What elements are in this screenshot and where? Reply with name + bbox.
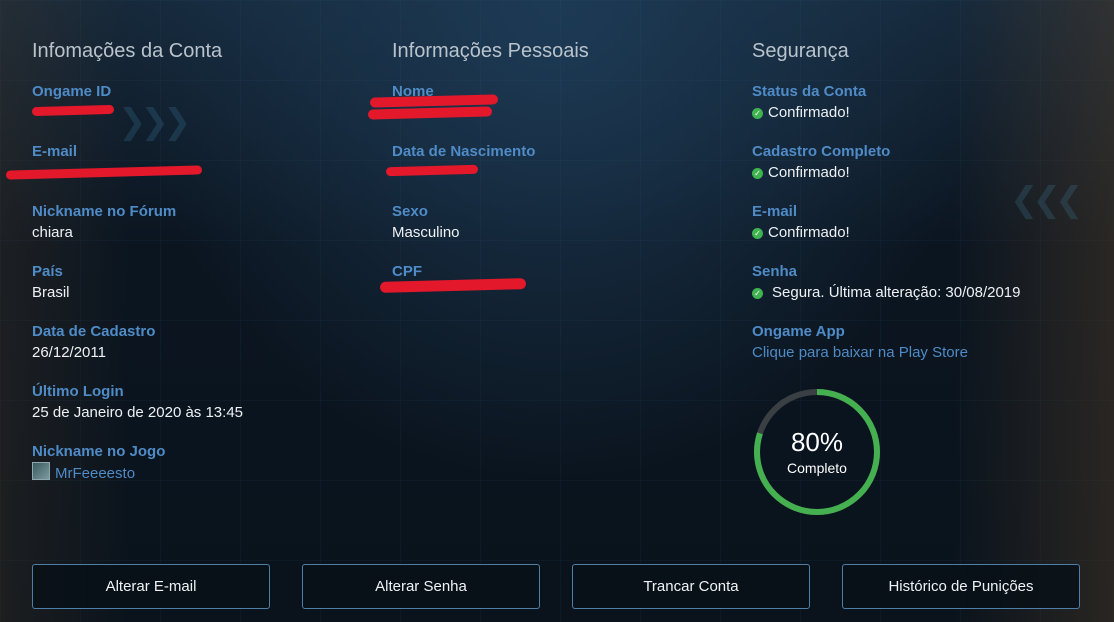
security-section: Segurança Status da Conta ✓ Confirmado! C… bbox=[752, 38, 1021, 382]
account-status-label: Status da Conta bbox=[752, 83, 867, 100]
country-label: País bbox=[32, 263, 63, 280]
game-nickname-text[interactable]: MrFeeeesto bbox=[55, 465, 135, 482]
password-status-text: Segura. Última alteração: 30/08/2019 bbox=[772, 284, 1021, 301]
email-status-text: Confirmado! bbox=[768, 224, 850, 241]
check-circle-icon: ✓ bbox=[752, 108, 763, 119]
check-circle-icon: ✓ bbox=[752, 228, 763, 239]
check-circle-icon: ✓ bbox=[752, 288, 763, 299]
sex-value: Masculino bbox=[392, 224, 460, 241]
sex-field: Sexo Masculino bbox=[392, 202, 589, 262]
forum-nickname-label: Nickname no Fórum bbox=[32, 203, 177, 220]
personal-info-title: Informações Pessoais bbox=[392, 40, 589, 62]
game-nickname-field: Nickname no Jogo MrFeeeesto bbox=[32, 442, 243, 502]
birth-date-field: Data de Nascimento bbox=[385, 142, 589, 202]
rank-icon bbox=[32, 462, 50, 480]
email-field: E-mail bbox=[5, 142, 243, 202]
forum-nickname-value: chiara bbox=[32, 224, 73, 241]
email-status-label: E-mail bbox=[752, 203, 798, 220]
change-email-button[interactable]: Alterar E-mail bbox=[32, 564, 270, 609]
ongame-id-field: Ongame ID bbox=[31, 82, 243, 142]
signup-date-value: 26/12/2011 bbox=[32, 344, 106, 361]
last-login-value: 25 de Janeiro de 2020 às 13:45 bbox=[32, 404, 244, 421]
change-password-button[interactable]: Alterar Senha bbox=[302, 564, 540, 609]
registration-complete-text: Confirmado! bbox=[768, 164, 850, 181]
account-info-title: Infomações da Conta bbox=[32, 40, 223, 62]
name-field: Nome bbox=[367, 82, 589, 142]
completion-percent: 80% bbox=[790, 427, 844, 457]
lock-account-button[interactable]: Trancar Conta bbox=[572, 564, 810, 609]
game-nickname-value[interactable]: MrFeeeesto bbox=[32, 462, 243, 484]
password-status-label: Senha bbox=[752, 263, 798, 280]
game-nickname-label: Nickname no Jogo bbox=[32, 443, 166, 460]
email-status-field: E-mail ✓ Confirmado! bbox=[752, 202, 1021, 262]
email-status-value: ✓ Confirmado! bbox=[752, 222, 1021, 244]
forum-nickname-field: Nickname no Fórum chiara bbox=[32, 202, 243, 262]
signup-date-field: Data de Cadastro 26/12/2011 bbox=[32, 322, 243, 382]
password-status-value: ✓ Segura. Última alteração: 30/08/2019 bbox=[752, 282, 1021, 304]
ongame-app-field: Ongame App Clique para baixar na Play St… bbox=[752, 322, 1021, 382]
play-store-link[interactable]: Clique para baixar na Play Store bbox=[752, 342, 1021, 364]
account-info-section: Infomações da Conta Ongame ID E-mail Nic… bbox=[5, 38, 243, 502]
last-login-field: Último Login 25 de Janeiro de 2020 às 13… bbox=[32, 382, 243, 442]
cpf-field: CPF bbox=[379, 262, 589, 322]
check-circle-icon: ✓ bbox=[752, 168, 763, 179]
account-status-field: Status da Conta ✓ Confirmado! bbox=[752, 82, 1021, 142]
ongame-app-label: Ongame App bbox=[752, 323, 845, 340]
account-status-value: ✓ Confirmado! bbox=[752, 102, 1021, 124]
password-status-field: Senha ✓ Segura. Última alteração: 30/08/2… bbox=[752, 262, 1021, 322]
personal-info-section: Informações Pessoais Nome Data de Nascim… bbox=[367, 38, 589, 322]
registration-complete-field: Cadastro Completo ✓ Confirmado! bbox=[752, 142, 1021, 202]
profile-completion-ring: 80% Completo bbox=[752, 387, 882, 517]
email-label: E-mail bbox=[32, 143, 78, 160]
country-value: Brasil bbox=[32, 284, 70, 301]
punishment-history-button[interactable]: Histórico de Punições bbox=[842, 564, 1080, 609]
completion-caption: Completo bbox=[787, 460, 847, 476]
ongame-id-label: Ongame ID bbox=[32, 83, 112, 100]
registration-complete-label: Cadastro Completo bbox=[752, 143, 891, 160]
signup-date-label: Data de Cadastro bbox=[32, 323, 156, 340]
registration-complete-value: ✓ Confirmado! bbox=[752, 162, 1021, 184]
last-login-label: Último Login bbox=[32, 383, 124, 400]
security-title: Segurança bbox=[752, 40, 849, 62]
country-field: País Brasil bbox=[32, 262, 243, 322]
account-status-text: Confirmado! bbox=[768, 104, 850, 121]
birth-date-label: Data de Nascimento bbox=[392, 143, 536, 160]
sex-label: Sexo bbox=[392, 203, 428, 220]
